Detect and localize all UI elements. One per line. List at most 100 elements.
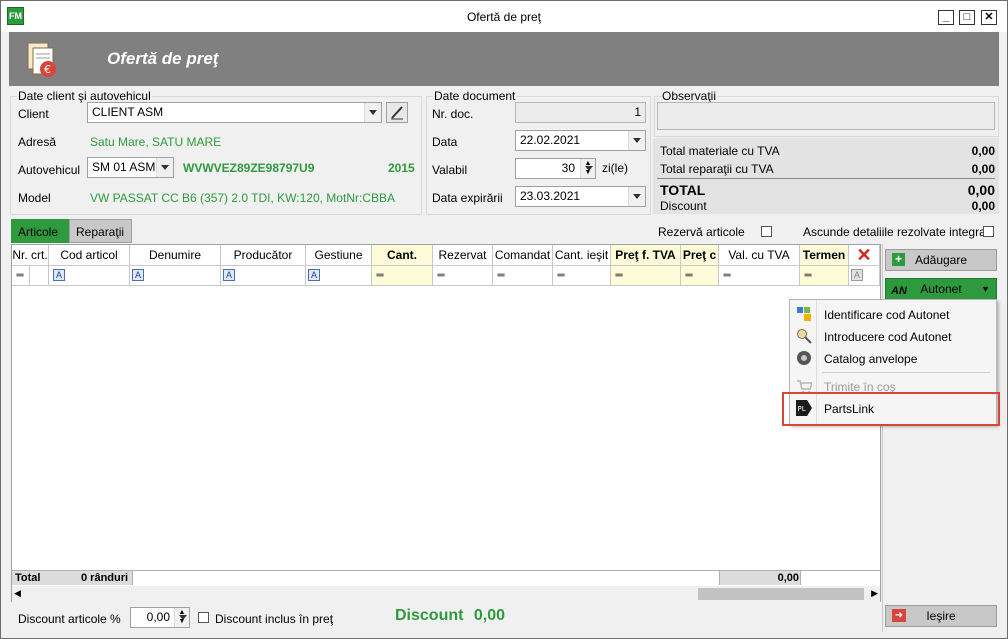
filter-cell[interactable]: ═ [800,266,849,286]
filter-cell[interactable]: ═ [12,266,30,286]
discount-pct-stepper[interactable]: 0,00 ▲ ▼ [130,607,190,628]
identify-code-icon [797,307,811,321]
grand-total-row: TOTAL 0,00 [660,182,995,198]
col-header-denumire[interactable]: Denumire [130,245,221,266]
doc-nr-label: Nr. doc. [432,107,474,121]
chevron-down-icon[interactable] [156,158,173,177]
scrollbar-thumb[interactable] [698,588,864,600]
menu-item-label: Introducere cod Autonet [824,330,952,344]
observations-field[interactable] [657,102,995,130]
menu-item-identify-code[interactable]: Identificare cod Autonet [790,303,996,325]
autonet-dropdown-button[interactable]: AN Autonet ▼ [885,278,997,300]
svg-text:€: € [44,63,51,76]
menu-item-tire-catalog[interactable]: Catalog anvelope [790,347,996,369]
doc-nr-field[interactable]: 1 [515,102,646,123]
chevron-down-icon[interactable] [628,187,645,206]
vehicle-value: SM 01 ASM [92,160,156,174]
valid-days-stepper[interactable]: 30 ▲ ▼ [515,158,596,179]
expiry-date-picker[interactable]: 23.03.2021 [515,186,646,207]
reserve-checkbox[interactable] [761,226,772,237]
discount-included-checkbox[interactable] [198,612,209,623]
close-window-button[interactable]: ✕ [981,10,997,25]
col-header-pret-f-tva[interactable]: Preţ f. TVA [611,245,681,266]
pencil-icon [391,106,403,120]
client-label: Client [18,107,49,121]
date-picker[interactable]: 22.02.2021 [515,130,646,151]
horizontal-scrollbar[interactable]: ◀ ▶ [12,586,880,602]
stepper-arrows-icon[interactable]: ▲ ▼ [580,159,595,178]
tab-reparatii[interactable]: Reparaţii [69,219,132,243]
articles-grid[interactable]: Nr. crt. Cod articol Denumire Producător… [11,244,881,602]
add-button[interactable]: + Adăugare [885,249,997,271]
menu-item-label: Catalog anvelope [824,352,918,366]
maximize-button[interactable]: □ [959,10,975,25]
chevron-down-icon[interactable] [364,103,381,122]
col-header-cant[interactable]: Cant. [372,245,433,266]
filter-cell[interactable]: A [306,266,372,286]
vin-value: WVWVEZ89ZE98797U9 [183,161,315,175]
col-header-pret-c[interactable]: Preţ c [681,245,719,266]
chevron-down-icon[interactable] [628,131,645,150]
col-header-termen[interactable]: Termen [800,245,849,266]
scroll-right-icon[interactable]: ▶ [871,588,878,599]
total-spacer-right [800,571,880,585]
exit-button[interactable]: ➜ Ieşire [885,605,997,627]
filter-cell[interactable]: ═ [433,266,493,286]
filter-cell[interactable]: ═ [372,266,433,286]
col-header-gestiune[interactable]: Gestiune [306,245,372,266]
filter-cell[interactable]: ═ [493,266,553,286]
total-label: Total [15,572,41,584]
filter-cell[interactable]: ═ [611,266,681,286]
menu-item-enter-code[interactable]: Introducere cod Autonet [790,325,996,347]
total-materials-row: Total materiale cu TVA 0,00 [660,144,995,158]
col-header-comandat[interactable]: Comandat [493,245,553,266]
discount-big-value: 0,00 [473,607,506,624]
col-header-val-tva[interactable]: Val. cu TVA [719,245,800,266]
col-header-rezervat[interactable]: Rezervat [433,245,493,266]
vehicle-label: Autovehicul [18,163,81,177]
filter-cell[interactable]: ═ [719,266,800,286]
menu-item-label: Identificare cod Autonet [824,308,950,322]
hide-resolved-checkbox[interactable] [983,226,994,237]
filter-cell[interactable] [30,266,49,286]
filter-cell[interactable]: A [49,266,130,286]
grid-total-bar: Total 0 rânduri 0,00 [12,570,880,585]
window-title: Ofertă de preţ [466,10,542,24]
text-filter-icon: A [53,269,65,281]
text-filter-icon: A [308,269,320,281]
col-header-cod[interactable]: Cod articol [49,245,130,266]
partslink-highlight [782,392,1000,426]
tab-articole[interactable]: Articole [11,219,69,243]
exit-icon: ➜ [892,609,906,622]
discount-big-label: Discount [395,607,464,624]
equals-icon: ═ [615,270,623,281]
edit-client-button[interactable] [386,102,408,123]
filter-cell[interactable]: ═ [681,266,719,286]
col-header-producator[interactable]: Producător [221,245,306,266]
totals-divider [657,178,995,179]
filter-cell[interactable]: ═ [553,266,611,286]
autonet-logo-icon: AN [891,285,907,297]
col-header-cant-iesit[interactable]: Cant. ieşit [553,245,611,266]
grand-total-value: 0,00 [967,182,995,198]
total-repairs-label: Total reparaţii cu TVA [660,162,774,176]
total-spacer [132,571,720,585]
client-dropdown[interactable]: CLIENT ASM [87,102,382,123]
valid-days-value: 30 [561,161,575,175]
date-label: Data [432,135,458,149]
document-section-legend: Date document [434,89,516,103]
delete-row-icon[interactable]: ✕ [849,245,880,266]
magnifier-icon [797,329,812,344]
vehicle-dropdown[interactable]: SM 01 ASM [87,157,174,178]
stepper-arrows-icon[interactable]: ▲ ▼ [174,608,189,627]
grand-total-label: TOTAL [660,182,706,198]
discount-value: 0,00 [971,199,995,213]
discount-pct-value: 0,00 [146,610,170,624]
scroll-left-icon[interactable]: ◀ [14,588,21,599]
add-button-label: Adăugare [914,253,968,267]
minimize-button[interactable]: _ [938,10,954,25]
filter-cell[interactable]: A [221,266,306,286]
filter-cell[interactable]: A [849,266,880,286]
col-header-nr[interactable]: Nr. crt. [12,245,49,266]
filter-cell[interactable]: A [130,266,221,286]
